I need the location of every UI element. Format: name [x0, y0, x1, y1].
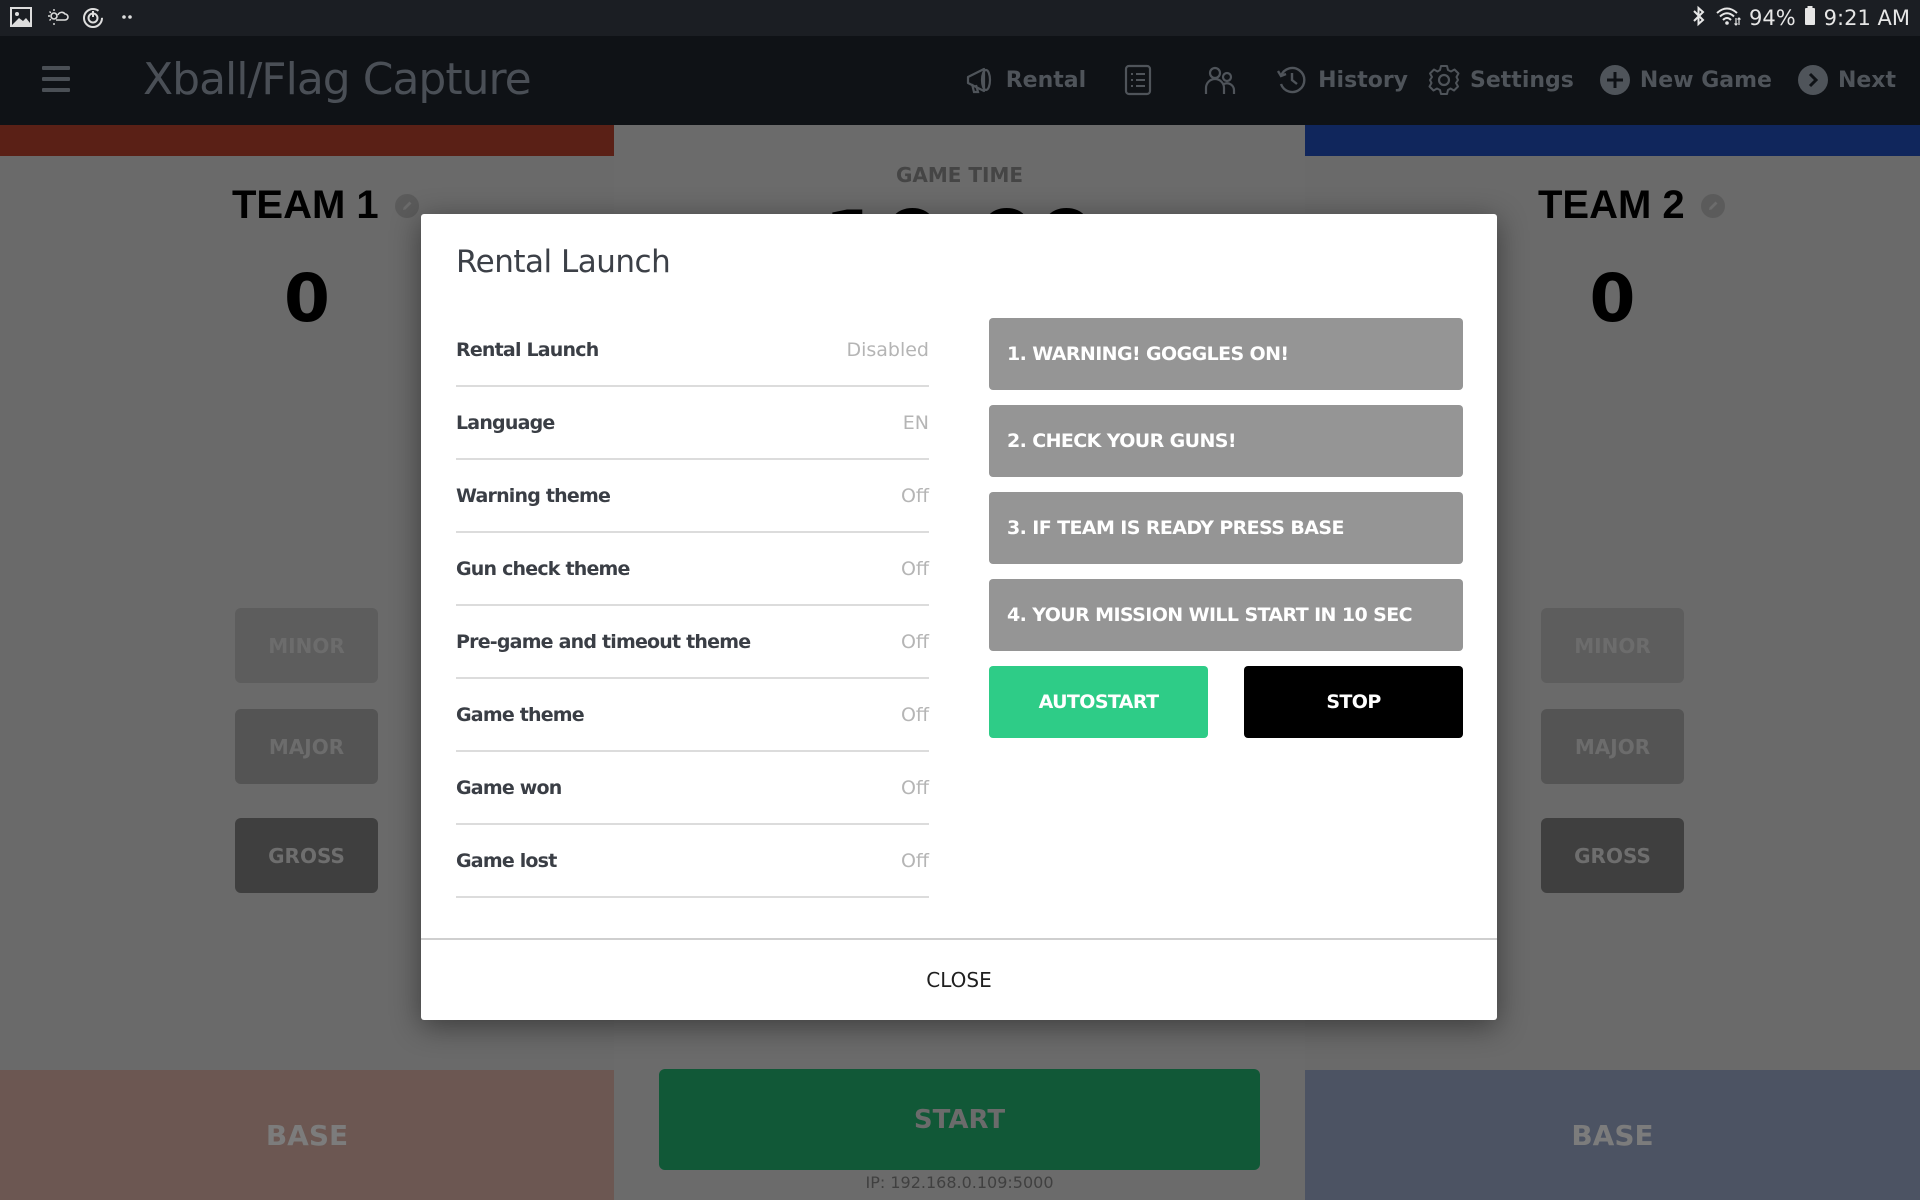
- ip-address: IP: 192.168.0.109:5000: [865, 1173, 1054, 1192]
- setting-game-theme[interactable]: Game theme Off: [456, 679, 929, 752]
- setting-value: Off: [900, 703, 929, 726]
- setting-rental-launch[interactable]: Rental Launch Disabled: [456, 314, 929, 387]
- settings-list: Rental Launch Disabled Language EN Warni…: [456, 314, 929, 898]
- nav-settings-label: Settings: [1470, 67, 1574, 93]
- setting-label: Warning theme: [456, 484, 611, 507]
- nav-checklist[interactable]: [1124, 64, 1152, 96]
- team2-base-button[interactable]: BASE: [1305, 1070, 1920, 1200]
- nav-rental[interactable]: Rental: [964, 64, 1086, 96]
- team1-minor-button[interactable]: MINOR: [235, 608, 378, 683]
- setting-value: EN: [902, 411, 929, 434]
- nav-new-game-label: New Game: [1639, 67, 1772, 93]
- edit-pencil-icon[interactable]: [1700, 193, 1725, 218]
- more-dots-icon: [118, 7, 142, 29]
- team2-color-bar: [1305, 125, 1920, 156]
- history-icon: [1276, 64, 1308, 96]
- nav-next[interactable]: Next: [1797, 65, 1896, 95]
- setting-label: Game won: [456, 776, 562, 799]
- setting-pregame-timeout-theme[interactable]: Pre-game and timeout theme Off: [456, 606, 929, 679]
- team1-base-button[interactable]: BASE: [0, 1070, 614, 1200]
- nav-new-game[interactable]: New Game: [1599, 65, 1772, 95]
- gear-icon: [1428, 64, 1460, 96]
- team1-color-bar: [0, 125, 614, 156]
- setting-value: Off: [900, 484, 929, 507]
- header-nav: Rental History Settings New Game Next: [936, 60, 1896, 100]
- start-button[interactable]: START: [659, 1069, 1260, 1170]
- nav-next-label: Next: [1837, 67, 1896, 93]
- setting-value: Off: [900, 849, 929, 872]
- step-1-button[interactable]: 1. WARNING! GOGGLES ON!: [989, 318, 1463, 390]
- battery-percent: 94%: [1748, 6, 1796, 30]
- users-icon: [1204, 64, 1236, 96]
- sync-icon: [82, 7, 106, 29]
- bluetooth-icon: [1691, 5, 1707, 32]
- team2-gross-button[interactable]: GROSS: [1541, 818, 1684, 893]
- nav-history[interactable]: History: [1276, 64, 1408, 96]
- autostart-button[interactable]: AUTOSTART: [989, 666, 1208, 738]
- edit-pencil-icon[interactable]: [394, 193, 419, 218]
- rental-launch-dialog: Rental Launch Rental Launch Disabled Lan…: [421, 214, 1497, 1020]
- nav-settings[interactable]: Settings: [1428, 64, 1574, 96]
- setting-value: Off: [900, 557, 929, 580]
- nav-history-label: History: [1318, 67, 1409, 93]
- setting-warning-theme[interactable]: Warning theme Off: [456, 460, 929, 533]
- game-time-label: GAME TIME: [895, 163, 1024, 187]
- setting-game-lost[interactable]: Game lost Off: [456, 825, 929, 898]
- dialog-title: Rental Launch: [456, 244, 671, 280]
- stop-button[interactable]: STOP: [1244, 666, 1463, 738]
- setting-gun-check-theme[interactable]: Gun check theme Off: [456, 533, 929, 606]
- team1-name: TEAM 1: [232, 183, 379, 227]
- battery-icon: [1804, 5, 1816, 32]
- step-2-button[interactable]: 2. CHECK YOUR GUNS!: [989, 405, 1463, 477]
- app-root: 94% 9:21 AM Xball/Flag Capture Rental Hi…: [0, 0, 1920, 1200]
- setting-value: Disabled: [846, 338, 929, 361]
- team1-name-wrap: TEAM 1: [232, 183, 419, 228]
- setting-label: Language: [456, 411, 555, 434]
- setting-value: Off: [900, 630, 929, 653]
- app-title: Xball/Flag Capture: [143, 54, 532, 105]
- setting-language[interactable]: Language EN: [456, 387, 929, 460]
- nav-players[interactable]: [1204, 64, 1236, 96]
- step-3-button[interactable]: 3. IF TEAM IS READY PRESS BASE: [989, 492, 1463, 564]
- setting-game-won[interactable]: Game won Off: [456, 752, 929, 825]
- status-bar: 94% 9:21 AM: [0, 0, 1920, 36]
- nav-rental-label: Rental: [1005, 67, 1087, 93]
- weather-icon: [46, 7, 70, 29]
- gallery-icon: [10, 7, 34, 29]
- team2-name-wrap: TEAM 2: [1538, 183, 1725, 228]
- clock: 9:21 AM: [1823, 6, 1910, 30]
- team1-gross-button[interactable]: GROSS: [235, 818, 378, 893]
- close-button[interactable]: CLOSE: [421, 938, 1497, 1020]
- team2-name: TEAM 2: [1538, 183, 1685, 227]
- checklist-icon: [1124, 64, 1152, 96]
- setting-label: Game lost: [456, 849, 557, 872]
- hamburger-menu-icon[interactable]: [42, 66, 70, 92]
- setting-label: Pre-game and timeout theme: [456, 630, 751, 653]
- megaphone-icon: [964, 64, 996, 96]
- launch-actions: AUTOSTART STOP: [989, 666, 1463, 738]
- team2-major-button[interactable]: MAJOR: [1541, 709, 1684, 784]
- setting-label: Rental Launch: [456, 338, 599, 361]
- team2-minor-button[interactable]: MINOR: [1541, 608, 1684, 683]
- team1-major-button[interactable]: MAJOR: [235, 709, 378, 784]
- wifi-icon: [1715, 5, 1741, 32]
- step-4-button[interactable]: 4. YOUR MISSION WILL START IN 10 SEC: [989, 579, 1463, 651]
- launch-steps: 1. WARNING! GOGGLES ON! 2. CHECK YOUR GU…: [989, 318, 1463, 666]
- setting-label: Gun check theme: [456, 557, 630, 580]
- setting-label: Game theme: [456, 703, 585, 726]
- plus-circle-icon: [1599, 65, 1630, 95]
- app-header: Xball/Flag Capture Rental History Settin…: [0, 36, 1920, 125]
- chevron-right-circle-icon: [1797, 65, 1828, 95]
- setting-value: Off: [900, 776, 929, 799]
